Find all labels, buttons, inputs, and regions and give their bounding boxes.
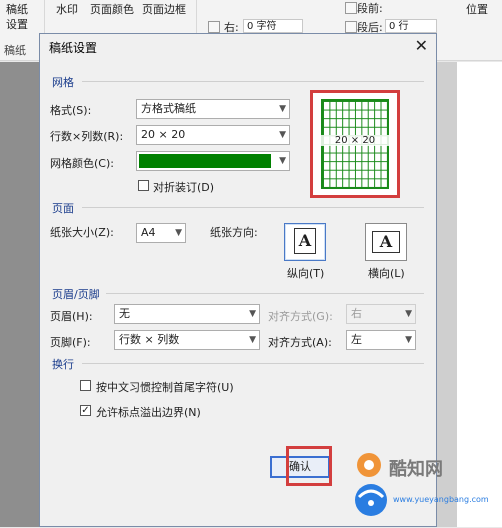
chevron-down-icon: ▼: [405, 335, 412, 345]
footer-select[interactable]: 行数 × 列数 ▼: [114, 330, 260, 350]
header-label: 页眉(H):: [50, 310, 93, 323]
chevron-down-icon: ▼: [249, 309, 256, 319]
watermark-site: www.yueyangbang.com: [393, 495, 489, 504]
grid-preview: 20 × 20: [310, 90, 400, 198]
grid-section-heading: 网格: [52, 76, 74, 89]
footer-align-select[interactable]: 左 ▼: [346, 330, 416, 350]
fold-checkbox[interactable]: [138, 180, 149, 191]
landscape-button[interactable]: A: [365, 223, 407, 261]
landscape-label: 横向(L): [368, 267, 405, 280]
ribbon-group-label: 稿纸: [4, 44, 26, 57]
header-align-label: 对齐方式(G):: [268, 310, 333, 323]
dialog-title: 稿纸设置: [49, 41, 98, 55]
document-left-area: [0, 62, 40, 527]
header-value: 无: [119, 307, 130, 320]
header-select[interactable]: 无 ▼: [114, 304, 260, 324]
wrap-option-1-checkbox[interactable]: [80, 380, 91, 391]
watermark-brand: 酷知网: [389, 459, 443, 480]
fold-label: 对折装订(D): [153, 181, 215, 194]
wrap-section-heading: 换行: [52, 358, 74, 371]
spacing-before-label: 段前:: [357, 2, 383, 15]
footer-value: 行数 × 列数: [119, 333, 180, 346]
page-color-button[interactable]: 页面颜色: [90, 1, 134, 17]
ok-highlight-box: [286, 446, 332, 486]
grid-preview-text: 20 × 20: [321, 135, 389, 146]
wrap-option-2-label: 允许标点溢出边界(N): [96, 406, 201, 419]
portrait-button[interactable]: A: [284, 223, 326, 261]
orientation-label: 纸张方向:: [210, 226, 258, 239]
grid-color-swatch: [139, 154, 271, 168]
gaozhi-top-label[interactable]: 稿纸: [6, 1, 28, 17]
footer-label: 页脚(F):: [50, 336, 91, 349]
portrait-page-icon: A: [294, 228, 316, 254]
format-value: 方格式稿纸: [141, 102, 196, 115]
chevron-down-icon: ▼: [279, 130, 286, 140]
footer-align-value: 左: [351, 333, 362, 346]
rows-cols-value: 20 × 20: [141, 128, 186, 141]
portrait-label: 纵向(T): [287, 267, 325, 280]
paper-size-label: 纸张大小(Z):: [50, 226, 114, 239]
format-label: 格式(S):: [50, 104, 92, 117]
chevron-down-icon: ▼: [279, 156, 286, 166]
section-divider: [106, 293, 424, 294]
rows-cols-label: 行数×列数(R):: [50, 130, 124, 143]
landscape-page-icon: A: [372, 231, 400, 253]
wrap-option-1-label: 按中文习惯控制首尾字符(U): [96, 381, 234, 394]
page-border-button[interactable]: 页面边框: [142, 1, 186, 17]
wrap-option-2-checkbox[interactable]: ✓: [80, 405, 91, 416]
header-align-value: 右: [351, 307, 362, 320]
spacing-after-icon: [345, 21, 357, 33]
paper-size-select[interactable]: A4 ▼: [136, 223, 186, 243]
header-footer-section-heading: 页眉/页脚: [52, 288, 100, 301]
indent-right-icon: [208, 21, 220, 33]
section-divider: [82, 207, 424, 208]
indent-right-input[interactable]: 0 字符: [243, 19, 303, 33]
gaozhi-bottom-label[interactable]: 设置: [6, 16, 28, 32]
page-section-heading: 页面: [52, 202, 74, 215]
chevron-down-icon: ▼: [279, 104, 286, 114]
format-select[interactable]: 方格式稿纸 ▼: [136, 99, 290, 119]
chevron-down-icon: ▼: [249, 335, 256, 345]
grid-color-select[interactable]: ▼: [136, 151, 290, 171]
chevron-down-icon: ▼: [405, 309, 412, 319]
section-divider: [82, 363, 424, 364]
position-button[interactable]: 位置: [466, 1, 488, 17]
spacing-before-icon: [345, 2, 357, 14]
grid-color-label: 网格颜色(C):: [50, 157, 114, 170]
footer-align-label: 对齐方式(A):: [268, 336, 332, 349]
paper-size-value: A4: [141, 226, 156, 239]
section-divider: [82, 81, 424, 82]
site-watermark: 酷知网 www.yueyangbang.com: [339, 445, 499, 525]
chevron-down-icon: ▼: [175, 228, 182, 238]
header-align-select: 右 ▼: [346, 304, 416, 324]
watermark-button[interactable]: 水印: [56, 1, 78, 17]
spacing-after-input[interactable]: 0 行: [385, 19, 437, 33]
close-icon[interactable]: ✕: [415, 36, 428, 55]
rows-cols-select[interactable]: 20 × 20 ▼: [136, 125, 290, 145]
